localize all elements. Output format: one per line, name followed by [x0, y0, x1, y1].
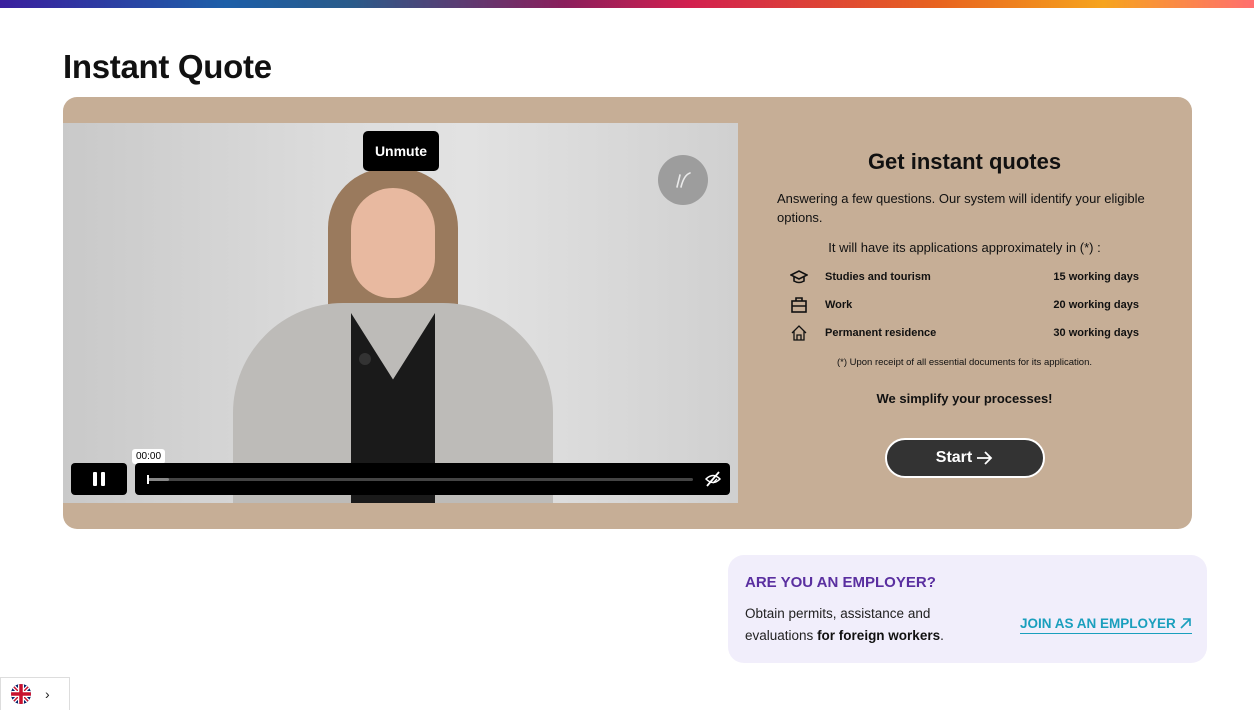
language-switcher[interactable]: ›	[0, 677, 70, 710]
list-item-days: 20 working days	[1053, 299, 1139, 311]
progress-fill	[147, 478, 169, 481]
employer-title: ARE YOU AN EMPLOYER?	[745, 574, 936, 591]
list-item-days: 15 working days	[1053, 271, 1139, 283]
arrow-right-icon	[977, 451, 993, 465]
top-gradient-bar	[0, 0, 1254, 8]
quote-subtitle: It will have its applications approximat…	[828, 240, 1101, 255]
footnote: (*) Upon receipt of all essential docume…	[836, 357, 1093, 368]
employer-card: ARE YOU AN EMPLOYER? Obtain permits, ass…	[728, 555, 1207, 663]
progress-bar[interactable]	[135, 463, 730, 495]
brand-logo-icon	[658, 155, 708, 205]
video-player[interactable]: Unmute 00:00	[63, 123, 738, 503]
progress-thumb[interactable]	[147, 475, 149, 484]
tagline: We simplify your processes!	[876, 391, 1053, 406]
quote-title: Get instant quotes	[867, 149, 1062, 174]
current-time-tooltip: 00:00	[132, 449, 166, 468]
chevron-right-icon: ›	[45, 686, 50, 702]
unmute-button[interactable]: Unmute	[363, 131, 439, 171]
pause-icon	[93, 472, 97, 486]
list-item: Permanent residence 30 working days	[777, 324, 1152, 352]
home-icon	[791, 325, 807, 341]
list-item-label: Permanent residence	[825, 327, 937, 339]
list-item-label: Studies and tourism	[825, 271, 931, 283]
list-item-days: 30 working days	[1053, 327, 1139, 339]
instant-quote-card: Unmute 00:00 Get instant quotes Answerin…	[63, 97, 1192, 529]
arrow-up-right-icon	[1180, 618, 1191, 629]
processing-times-list: Studies and tourism 15 working days Work…	[777, 268, 1152, 352]
briefcase-icon	[791, 297, 807, 313]
video-controls	[71, 463, 730, 495]
quote-info: Get instant quotes Answering a few quest…	[777, 149, 1152, 406]
page-title: Instant Quote	[63, 48, 272, 85]
video-presenter	[233, 163, 553, 503]
join-employer-link[interactable]: JOIN AS AN EMPLOYER	[1020, 616, 1192, 634]
progress-track[interactable]	[147, 478, 693, 481]
quote-description: Answering a few questions. Our system wi…	[777, 191, 1145, 225]
captions-off-icon[interactable]	[704, 471, 722, 487]
list-item-label: Work	[825, 299, 853, 311]
list-item: Studies and tourism 15 working days	[777, 268, 1152, 296]
employer-text: Obtain permits, assistance and evaluatio…	[745, 606, 944, 643]
start-button[interactable]: Start	[885, 438, 1045, 478]
pause-button[interactable]	[71, 463, 127, 495]
start-label: Start	[935, 449, 973, 466]
uk-flag-icon	[11, 684, 31, 704]
graduation-cap-icon	[790, 270, 808, 284]
list-item: Work 20 working days	[777, 296, 1152, 324]
